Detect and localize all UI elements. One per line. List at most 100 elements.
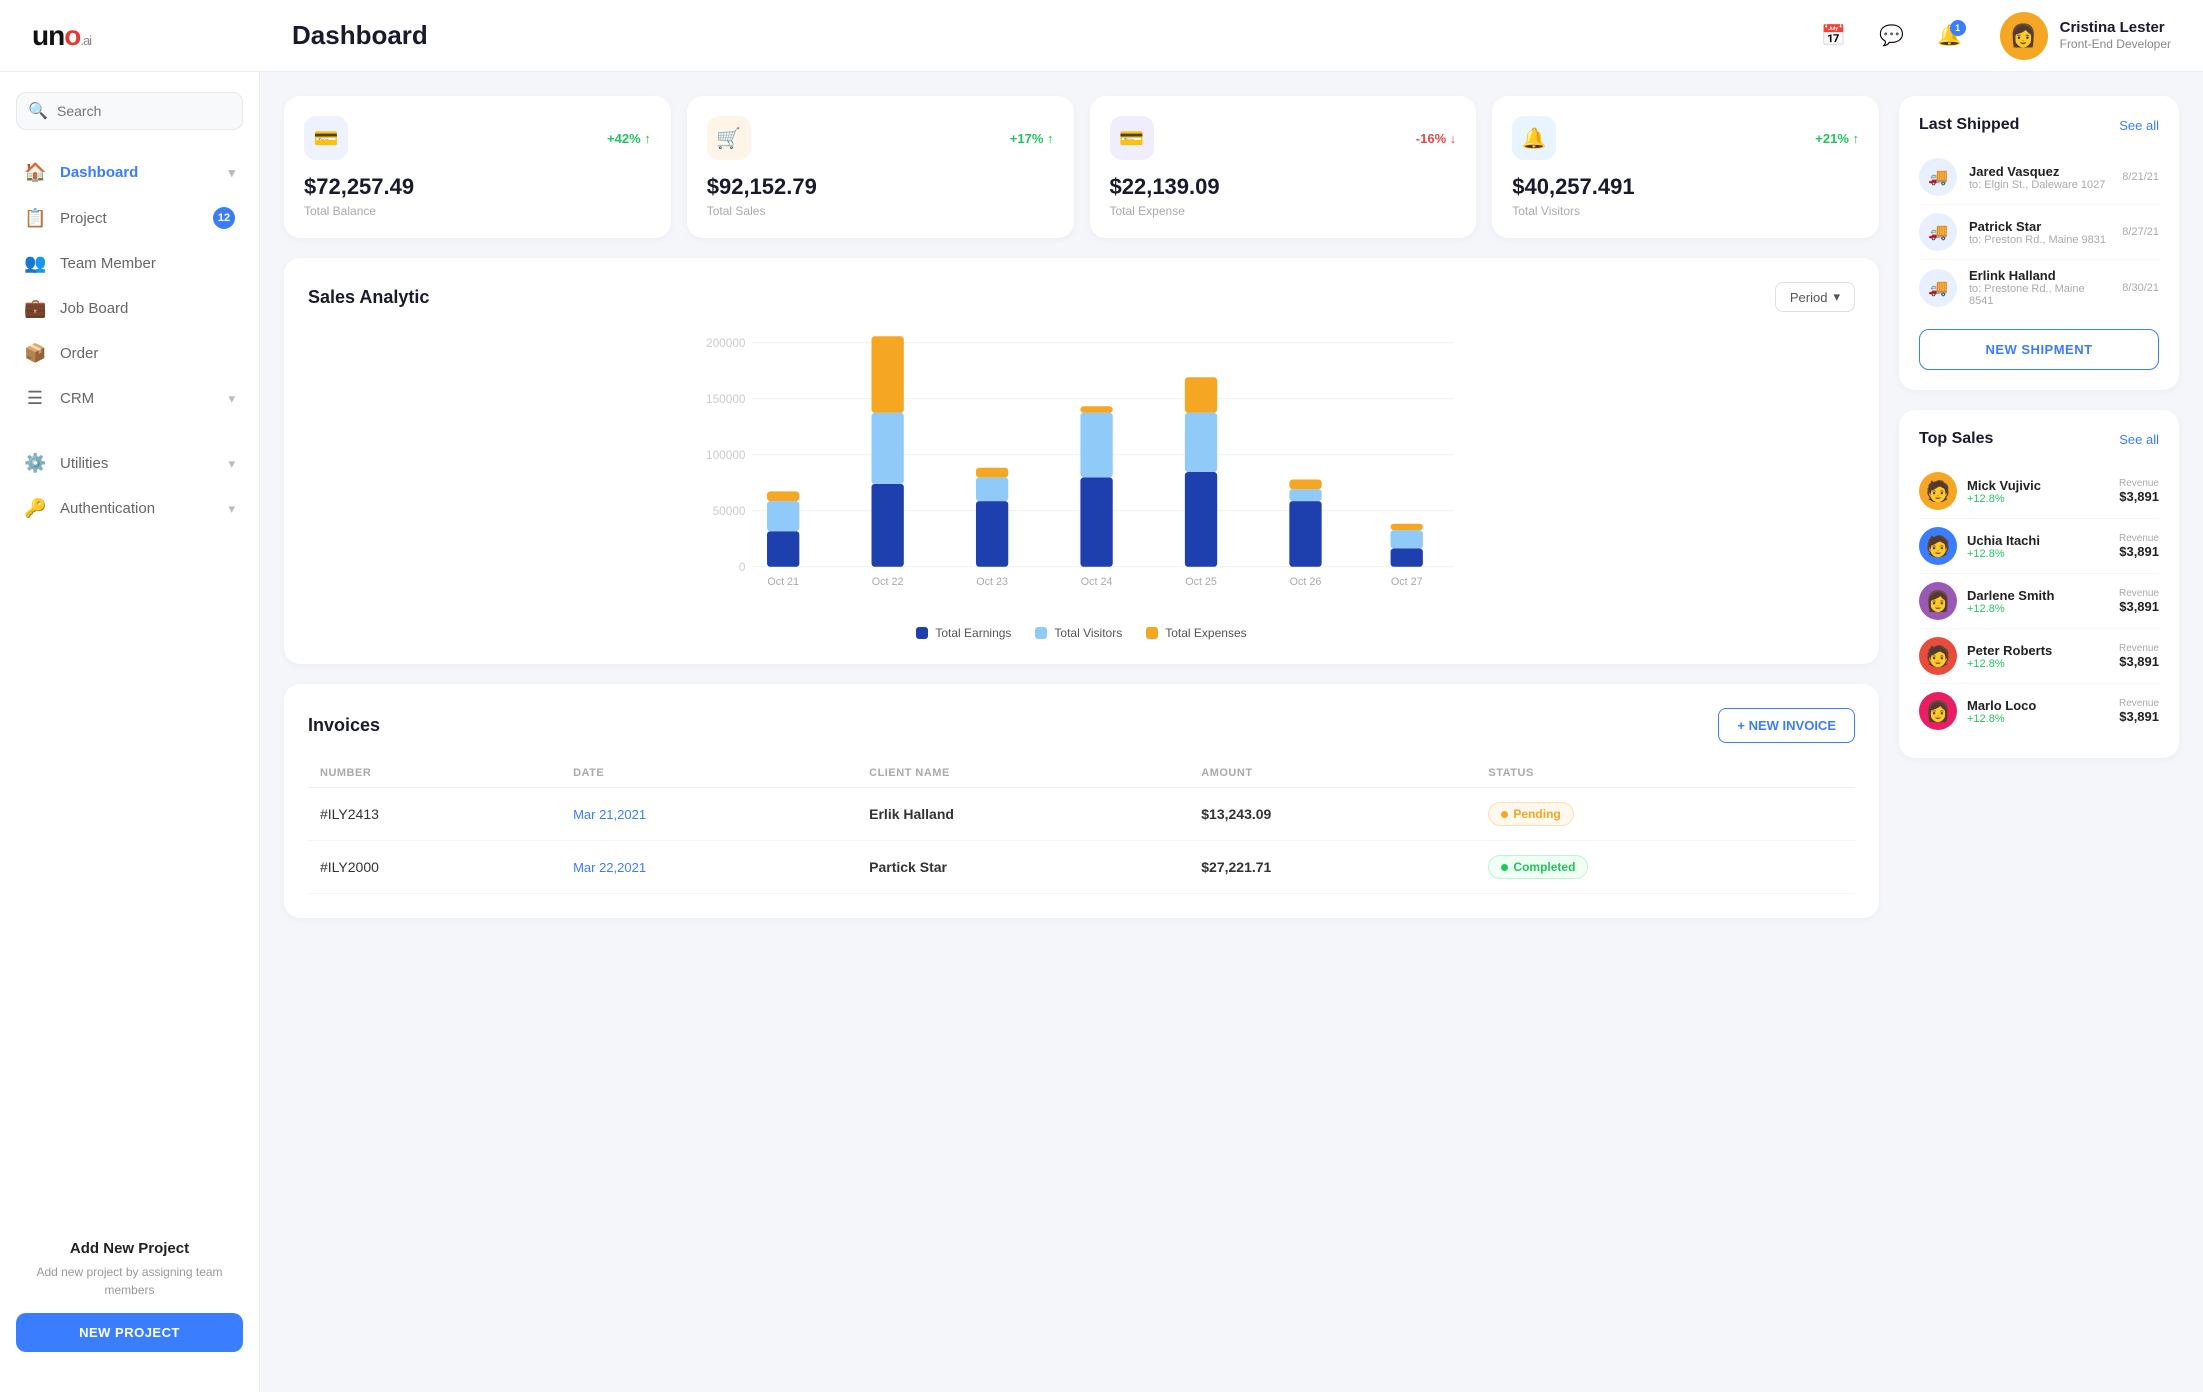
ship-date: 8/27/21	[2122, 226, 2159, 238]
chevron-authentication-icon: ▾	[228, 501, 235, 517]
notification-badge: 1	[1950, 20, 1966, 36]
chevron-utilities-icon: ▾	[228, 456, 235, 472]
invoices-table-body: #ILY2413 Mar 21,2021 Erlik Halland $13,2…	[308, 788, 1855, 894]
stat-icon-visitors: 🔔	[1512, 116, 1556, 160]
nav-items: 🏠 Dashboard ▾ 📋 Project 12 👥 Team Member…	[0, 150, 259, 421]
revenue-label: Revenue	[2119, 588, 2159, 599]
revenue-value: $3,891	[2119, 599, 2159, 614]
chevron-down-icon: ▾	[1833, 289, 1840, 305]
stat-card-balance: 💳 +42% ↑ $72,257.49 Total Balance	[284, 96, 671, 238]
sales-info: Darlene Smith +12.8%	[1967, 588, 2109, 615]
stat-cards: 💳 +42% ↑ $72,257.49 Total Balance 🛒 +17%…	[284, 96, 1879, 238]
top-sales-see-all[interactable]: See all	[2119, 432, 2159, 447]
invoice-client: Erlik Halland	[857, 788, 1189, 841]
new-invoice-button[interactable]: + NEW INVOICE	[1718, 708, 1855, 743]
col-status: STATUS	[1476, 759, 1855, 788]
period-select[interactable]: Period ▾	[1775, 282, 1855, 312]
stat-value-visitors: $40,257.491	[1512, 174, 1859, 200]
new-project-button[interactable]: NEW PROJECT	[16, 1313, 243, 1352]
calendar-icon: 📅	[1821, 23, 1846, 48]
sales-revenue-area: Revenue $3,891	[2119, 698, 2159, 724]
top-header: uno.ai Dashboard 📅 💬 🔔 1 👩 Cristina Lest…	[0, 0, 2203, 72]
message-button[interactable]: 💬	[1872, 16, 1912, 56]
sidebar-item-order[interactable]: 📦 Order	[0, 331, 259, 376]
sales-item: 👩 Marlo Loco +12.8% Revenue $3,891	[1919, 684, 2159, 738]
revenue-value: $3,891	[2119, 489, 2159, 504]
legend-dot-visitors	[1035, 627, 1047, 639]
user-area: 👩 Cristina Lester Front-End Developer	[2000, 12, 2171, 60]
last-shipped-see-all[interactable]: See all	[2119, 118, 2159, 133]
last-shipped-title: Last Shipped	[1919, 116, 2019, 134]
sidebar-item-label: Team Member	[60, 255, 235, 272]
sidebar-item-crm[interactable]: ☰ CRM ▾	[0, 376, 259, 421]
invoice-client: Partick Star	[857, 841, 1189, 894]
stat-change-sales: +17% ↑	[1010, 131, 1054, 146]
revenue-value: $3,891	[2119, 709, 2159, 724]
nav-divider-2	[0, 531, 259, 551]
legend-dot-earnings	[916, 627, 928, 639]
revenue-value: $3,891	[2119, 654, 2159, 669]
sales-items: 🧑 Mick Vujivic +12.8% Revenue $3,891 🧑 U…	[1919, 464, 2159, 738]
invoices-table-head: NUMBERDATECLIENT NAMEAMOUNTSTATUS	[308, 759, 1855, 788]
col-client-name: CLIENT NAME	[857, 759, 1189, 788]
sales-avatar: 🧑	[1919, 472, 1957, 510]
sidebar-item-label: Job Board	[60, 300, 235, 317]
sales-change: +12.8%	[1967, 603, 2109, 615]
chart-card: Sales Analytic Period ▾ 200000 150000 10…	[284, 258, 1879, 664]
status-badge: Pending	[1488, 802, 1573, 826]
sidebar-item-project[interactable]: 📋 Project 12	[0, 195, 259, 241]
sidebar-item-job-board[interactable]: 💼 Job Board	[0, 286, 259, 331]
svg-text:Oct 27: Oct 27	[1391, 576, 1423, 588]
sidebar: 🔍 🏠 Dashboard ▾ 📋 Project 12 👥 Team Memb…	[0, 72, 260, 1392]
stat-label-visitors: Total Visitors	[1512, 204, 1859, 218]
bar-chart: 200000 150000 100000 50000 0	[308, 332, 1855, 612]
page-title: Dashboard	[292, 20, 1814, 51]
sidebar-item-label: Project	[60, 210, 199, 227]
table-row: #ILY2000 Mar 22,2021 Partick Star $27,22…	[308, 841, 1855, 894]
last-shipped-card: Last Shipped See all 🚚 Jared Vasquez to:…	[1899, 96, 2179, 390]
sales-revenue-area: Revenue $3,891	[2119, 643, 2159, 669]
shipped-items: 🚚 Jared Vasquez to: Elgin St., Daleware …	[1919, 150, 2159, 315]
sidebar-item-authentication[interactable]: 🔑 Authentication ▾	[0, 486, 259, 531]
legend-label-visitors: Total Visitors	[1054, 626, 1122, 640]
stat-value-expense: $22,139.09	[1110, 174, 1457, 200]
ship-icon: 🚚	[1919, 213, 1957, 251]
col-date: DATE	[561, 759, 857, 788]
sidebar-item-utilities[interactable]: ⚙️ Utilities ▾	[0, 441, 259, 486]
legend-item-earnings: Total Earnings	[916, 626, 1011, 640]
sales-info: Peter Roberts +12.8%	[1967, 643, 2109, 670]
sales-item: 👩 Darlene Smith +12.8% Revenue $3,891	[1919, 574, 2159, 629]
ship-address: to: Preston Rd., Maine 9831	[1969, 234, 2110, 246]
svg-text:200000: 200000	[706, 336, 746, 350]
stat-card-top: 💳 +42% ↑	[304, 116, 651, 160]
svg-text:Oct 21: Oct 21	[767, 576, 799, 588]
ship-address: to: Prestone Rd., Maine 8541	[1969, 283, 2110, 307]
user-role: Front-End Developer	[2060, 37, 2171, 53]
legend-label-expenses: Total Expenses	[1165, 626, 1246, 640]
main-column: 💳 +42% ↑ $72,257.49 Total Balance 🛒 +17%…	[284, 96, 1879, 1368]
notification-button[interactable]: 🔔 1	[1930, 16, 1970, 56]
sidebar-item-dashboard[interactable]: 🏠 Dashboard ▾	[0, 150, 259, 195]
sidebar-item-team-member[interactable]: 👥 Team Member	[0, 241, 259, 286]
add-project-desc: Add new project by assigning team member…	[16, 1263, 243, 1299]
stat-value-balance: $72,257.49	[304, 174, 651, 200]
col-number: NUMBER	[308, 759, 561, 788]
sales-info: Mick Vujivic +12.8%	[1967, 478, 2109, 505]
top-sales-title: Top Sales	[1919, 430, 1993, 448]
svg-text:Oct 23: Oct 23	[976, 576, 1008, 588]
status-dot	[1501, 811, 1508, 818]
table-row: #ILY2413 Mar 21,2021 Erlik Halland $13,2…	[308, 788, 1855, 841]
chart-title: Sales Analytic	[308, 287, 429, 308]
stat-card-top: 💳 -16% ↓	[1110, 116, 1457, 160]
stat-card-top: 🛒 +17% ↑	[707, 116, 1054, 160]
calendar-button[interactable]: 📅	[1814, 16, 1854, 56]
stat-label-balance: Total Balance	[304, 204, 651, 218]
add-project-title: Add New Project	[16, 1240, 243, 1257]
new-shipment-button[interactable]: NEW SHIPMENT	[1919, 329, 2159, 370]
svg-text:Oct 26: Oct 26	[1290, 576, 1322, 588]
col-amount: AMOUNT	[1189, 759, 1476, 788]
svg-text:Oct 24: Oct 24	[1081, 576, 1113, 588]
sales-revenue-area: Revenue $3,891	[2119, 478, 2159, 504]
search-input[interactable]	[16, 92, 243, 130]
sales-change: +12.8%	[1967, 658, 2109, 670]
